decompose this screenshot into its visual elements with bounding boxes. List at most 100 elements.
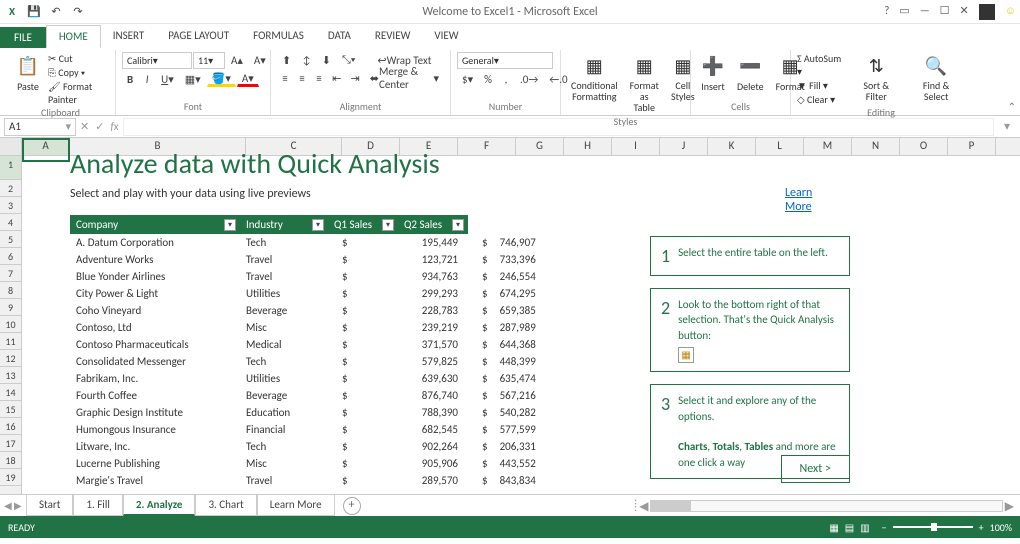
zoom-level[interactable]: 100%	[990, 521, 1012, 534]
row-header[interactable]: 8	[0, 282, 21, 299]
add-sheet-button[interactable]: +	[343, 497, 361, 515]
zoom-out-button[interactable]: −	[882, 521, 887, 534]
table-row[interactable]: Consolidated MessengerTech$579,825$448,3…	[70, 353, 546, 370]
row-header[interactable]: 13	[0, 367, 21, 384]
sample-data-table[interactable]: Company▾Industry▾Q1 Sales▾Q2 Sales▾ A. D…	[70, 215, 546, 489]
table-header[interactable]: Q2 Sales▾	[398, 215, 468, 234]
italic-button[interactable]: I	[139, 71, 155, 87]
undo-icon[interactable]: ↶	[48, 4, 64, 20]
filter-arrow-icon[interactable]: ▾	[224, 219, 236, 231]
table-row[interactable]: City Power & LightUtilities$299,293$674,…	[70, 285, 546, 302]
format-as-table-button[interactable]: ▦Format as Table	[626, 52, 663, 115]
sheet-tab[interactable]: Start	[26, 495, 73, 516]
column-header[interactable]: N	[852, 138, 900, 155]
merge-center-button[interactable]: ⬌ Merge & Center ▾	[365, 70, 444, 86]
align-right-icon[interactable]: ≡	[311, 70, 327, 86]
redo-icon[interactable]: ↷	[70, 4, 86, 20]
maximize-icon[interactable]: ☐	[940, 4, 950, 20]
filter-arrow-icon[interactable]: ▾	[312, 219, 324, 231]
file-tab[interactable]: FILE	[0, 27, 46, 48]
expand-formula-icon[interactable]: ▾	[998, 119, 1016, 134]
row-header[interactable]: 16	[0, 418, 21, 435]
table-row[interactable]: Graphic Design InstituteEducation$788,39…	[70, 404, 546, 421]
table-row[interactable]: Coho VineyardBeverage$228,783$659,385	[70, 302, 546, 319]
close-icon[interactable]: ✕	[960, 4, 969, 20]
row-header[interactable]: 10	[0, 316, 21, 333]
format-painter-button[interactable]: 🖌 Format Painter	[48, 80, 109, 106]
next-button[interactable]: Next >	[781, 455, 850, 483]
ribbon-tab-insert[interactable]: INSERT	[101, 25, 157, 48]
ribbon-tab-review[interactable]: REVIEW	[363, 25, 423, 48]
fill-button[interactable]: ▼ Fill ▾	[797, 79, 845, 92]
row-header[interactable]: 17	[0, 435, 21, 452]
help-icon[interactable]: ?	[884, 4, 889, 20]
bold-button[interactable]: B	[122, 71, 138, 87]
table-row[interactable]: Blue Yonder AirlinesTravel$934,763$246,5…	[70, 268, 546, 285]
table-row[interactable]: Contoso PharmaceuticalsMedical$371,570$6…	[70, 336, 546, 353]
column-header[interactable]: M	[804, 138, 852, 155]
align-center-icon[interactable]: ≡	[294, 70, 310, 86]
table-row[interactable]: A. Datum CorporationTech$195,449$746,907	[70, 234, 546, 251]
fill-color-button[interactable]: 🪣▾	[207, 71, 236, 87]
sheet-tab[interactable]: 1. Fill	[73, 495, 122, 516]
ribbon-tab-view[interactable]: VIEW	[422, 25, 470, 48]
insert-cells-button[interactable]: ➕Insert	[697, 52, 729, 95]
table-row[interactable]: Lucerne PublishingMisc$905,906$443,552	[70, 455, 546, 472]
table-row[interactable]: Contoso, LtdMisc$239,219$287,989	[70, 319, 546, 336]
cut-button[interactable]: ✂ Cut	[48, 52, 109, 65]
row-header[interactable]: 6	[0, 248, 21, 265]
ribbon-tab-page-layout[interactable]: PAGE LAYOUT	[156, 25, 241, 48]
normal-view-icon[interactable]: ▦	[829, 521, 838, 534]
row-header[interactable]: 4	[0, 214, 21, 231]
row-header[interactable]: 2	[0, 180, 21, 197]
page-layout-view-icon[interactable]: ▤	[845, 521, 854, 534]
font-color-button[interactable]: A▾	[237, 71, 259, 87]
find-select-button[interactable]: 🔍Find & Select	[907, 52, 965, 104]
conditional-formatting-button[interactable]: ▦Conditional Formatting	[567, 52, 622, 104]
table-row[interactable]: Litware, Inc.Tech$902,264$206,331	[70, 438, 546, 455]
row-header[interactable]: 9	[0, 299, 21, 316]
table-row[interactable]: Fabrikam, Inc.Utilities$639,630$635,474	[70, 370, 546, 387]
minimize-icon[interactable]: —	[920, 4, 930, 20]
table-header[interactable]: Industry▾	[240, 215, 328, 234]
sort-filter-button[interactable]: ⇅Sort & Filter	[849, 52, 903, 104]
row-header[interactable]: 11	[0, 333, 21, 350]
underline-button[interactable]: U▾	[156, 71, 179, 87]
orientation-icon[interactable]: ⤡▾	[337, 52, 360, 68]
column-header[interactable]: P	[948, 138, 996, 155]
increase-decimal-icon[interactable]: .0→	[515, 71, 543, 87]
table-row[interactable]: Margie's TravelTravel$289,570$843,834	[70, 472, 546, 489]
zoom-in-button[interactable]: +	[979, 521, 984, 534]
table-row[interactable]: Fourth CoffeeBeverage$876,740$567,216	[70, 387, 546, 404]
page-break-view-icon[interactable]: ▥	[860, 521, 869, 534]
row-header[interactable]: 5	[0, 231, 21, 248]
clear-button[interactable]: ◇ Clear ▾	[797, 93, 845, 106]
ribbon-tab-data[interactable]: DATA	[316, 25, 363, 48]
currency-button[interactable]: $▾	[457, 71, 478, 87]
table-header[interactable]: Company▾	[70, 215, 240, 234]
copy-button[interactable]: ⎘ Copy ▾	[48, 66, 109, 79]
shrink-font-icon[interactable]: A▾	[249, 52, 271, 68]
smiley-icon[interactable]: ☺	[1005, 4, 1016, 20]
zoom-slider[interactable]	[893, 526, 973, 528]
align-middle-icon[interactable]: ↕	[297, 52, 316, 68]
row-header[interactable]: 12	[0, 350, 21, 367]
ribbon-tab-home[interactable]: HOME	[46, 25, 101, 48]
font-name-combo[interactable]: Calibri ▾	[122, 52, 192, 69]
sheet-tab[interactable]: Learn More	[257, 495, 335, 516]
grow-font-icon[interactable]: A▴	[226, 52, 248, 68]
cancel-formula-icon[interactable]: ✕	[80, 120, 89, 133]
paste-button[interactable]: 📋Paste	[12, 52, 44, 95]
fx-icon[interactable]: fx	[110, 120, 118, 133]
align-left-icon[interactable]: ≡	[277, 70, 293, 86]
align-top-icon[interactable]: ⬆	[277, 52, 296, 68]
user-avatar[interactable]	[979, 4, 995, 20]
indent-dec-icon[interactable]: ⇤	[328, 70, 345, 86]
delete-cells-button[interactable]: ➖Delete	[733, 52, 768, 95]
filter-arrow-icon[interactable]: ▾	[382, 219, 394, 231]
number-format-combo[interactable]: General ▾	[457, 52, 553, 69]
accept-formula-icon[interactable]: ✓	[95, 120, 104, 133]
comma-button[interactable]: ,	[498, 71, 514, 87]
row-header[interactable]: 14	[0, 384, 21, 401]
font-size-combo[interactable]: 11 ▾	[193, 52, 225, 69]
